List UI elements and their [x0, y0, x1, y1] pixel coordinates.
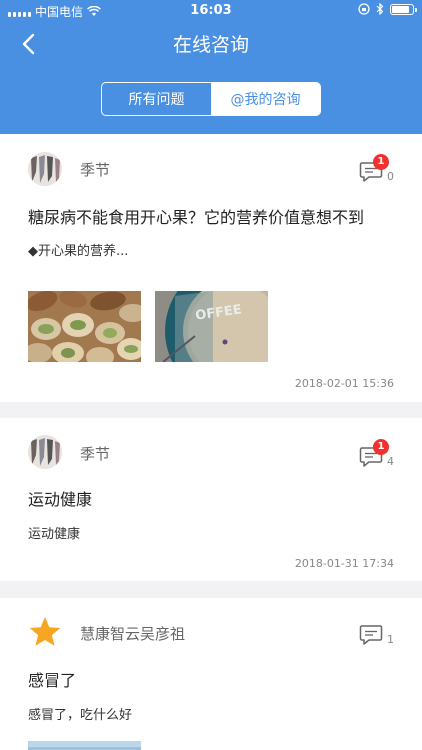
comment-icon: 1 [359, 154, 389, 183]
comment-count[interactable]: 1 0 [359, 154, 394, 183]
consult-screen: 中国电信 16:03 在线咨询 所有问题 @我的咨询 季节 1 0 糖尿病不能食… [0, 0, 422, 750]
star-icon [29, 617, 61, 646]
header: 中国电信 16:03 在线咨询 所有问题 @我的咨询 [0, 0, 422, 134]
unread-badge: 1 [373, 439, 389, 455]
question-card[interactable]: 季节 1 4 运动健康 运动健康 2018-01-31 17:34 [0, 418, 422, 581]
battery-icon [390, 3, 417, 15]
pistachio-image[interactable] [28, 291, 141, 362]
question-image[interactable] [28, 738, 141, 750]
tab-my-consultations[interactable]: @我的咨询 [211, 83, 320, 115]
author-name: 季节 [80, 161, 111, 179]
comment-count[interactable]: 1 [359, 624, 394, 646]
comment-count-value: 4 [387, 455, 394, 468]
avatar [28, 435, 62, 469]
question-title: 运动健康 [28, 490, 93, 509]
question-time: 2018-02-01 15:36 [294, 377, 394, 390]
comment-count[interactable]: 1 4 [359, 439, 394, 468]
segmented-control: 所有问题 @我的咨询 [101, 82, 321, 116]
unread-badge: 1 [373, 154, 389, 170]
comment-count-value: 1 [387, 633, 394, 646]
question-title: 感冒了 [28, 671, 77, 690]
bluetooth-icon [376, 3, 384, 15]
tab-all-questions[interactable]: 所有问题 [102, 83, 211, 115]
question-desc: ◆开心果的营养... [28, 244, 129, 259]
comment-icon: 1 [359, 439, 389, 468]
question-card[interactable]: 慧康智云吴彦祖 1 感冒了 感冒了，吃什么好 [0, 598, 422, 750]
question-desc: 运动健康 [28, 527, 81, 542]
question-card[interactable]: 季节 1 0 糖尿病不能食用开心果？它的营养价值意想不到 ◆开心果的营养... [0, 134, 422, 402]
author-name: 季节 [80, 445, 111, 463]
page-title: 在线咨询 [172, 34, 249, 56]
question-time: 2018-01-31 17:34 [294, 557, 394, 570]
avatar [28, 152, 62, 186]
orientation-lock-icon [358, 3, 370, 15]
question-title: 糖尿病不能食用开心果？它的营养价值意想不到 [28, 208, 365, 227]
status-bar: 中国电信 16:03 [0, 0, 422, 22]
comment-count-value: 0 [387, 170, 394, 183]
comment-icon [359, 624, 383, 646]
question-desc: 感冒了，吃什么好 [28, 708, 133, 723]
status-right [358, 3, 417, 15]
author-name: 慧康智云吴彦祖 [80, 625, 186, 643]
coffee-image[interactable]: OFFEE [155, 291, 268, 362]
